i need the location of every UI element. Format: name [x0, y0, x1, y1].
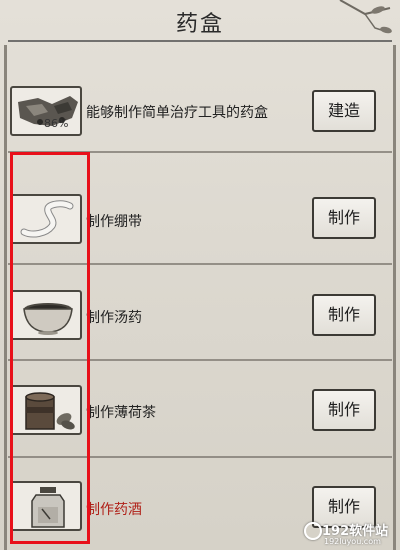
watermark-logo-icon — [304, 522, 322, 540]
panel-right-border — [393, 45, 396, 550]
medicine-box-panel: 药盒 86% 能够制作简单治疗工具的药盒 建造 制作绷带 制作 制作汤药 制作 … — [0, 0, 400, 550]
recipe-label: 制作药酒 — [86, 502, 142, 518]
medicine-box-description: 能够制作简单治疗工具的药盒 — [86, 105, 268, 121]
craft-herbal-soup-button[interactable]: 制作 — [312, 294, 376, 336]
watermark-sub-text: 192luyou.com — [324, 537, 381, 546]
craft-bandage-button[interactable]: 制作 — [312, 197, 376, 239]
branch-decoration-icon — [339, 0, 392, 34]
title-divider — [8, 40, 392, 42]
panel-left-border — [4, 45, 7, 550]
recipe-label: 制作汤药 — [86, 310, 142, 326]
build-progress-text: 86% — [44, 117, 69, 130]
medicine-box-icon — [18, 96, 78, 126]
watermark: 192软件站 192luyou.com — [300, 520, 400, 550]
recipe-label: 制作绷带 — [86, 214, 142, 230]
recipe-label: 制作薄荷茶 — [86, 405, 156, 421]
highlight-box — [10, 152, 90, 544]
craft-mint-tea-button[interactable]: 制作 — [312, 389, 376, 431]
build-button[interactable]: 建造 — [312, 90, 376, 132]
